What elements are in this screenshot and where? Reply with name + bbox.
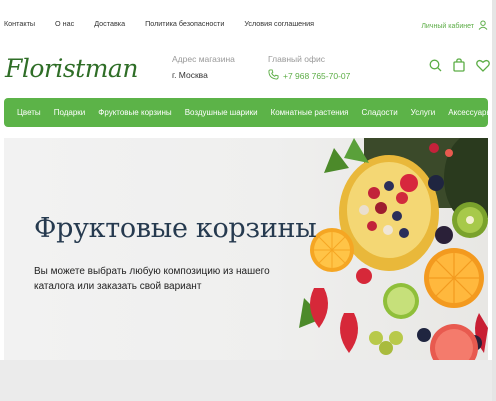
fruit-basket-image	[299, 138, 488, 360]
top-bar: Контакты О нас Доставка Политика безопас…	[0, 0, 492, 46]
scrollbar-edge	[492, 0, 496, 401]
page-footer-area	[0, 360, 492, 401]
store-address-value: г. Москва	[172, 70, 208, 80]
main-office: Главный офис +7 968 765-70-07	[268, 54, 350, 82]
search-icon[interactable]	[429, 59, 442, 77]
menu-item-balloons[interactable]: Воздушные шарики	[185, 108, 258, 117]
hero-subtitle: Вы можете выбрать любую композицию из на…	[34, 266, 270, 292]
menu-item-accessories[interactable]: Аксессуары	[448, 108, 492, 117]
account-label: Личный кабинет	[421, 22, 474, 30]
header-actions	[429, 58, 490, 77]
store-address: Адрес магазина г. Москва	[172, 54, 235, 80]
main-menu: Цветы Подарки Фруктовые корзины Воздушны…	[4, 98, 492, 127]
phone-icon	[268, 69, 279, 82]
topnav-link-about[interactable]: О нас	[55, 19, 74, 28]
menu-item-fruit-baskets[interactable]: Фруктовые корзины	[98, 108, 171, 117]
topnav-link-privacy[interactable]: Политика безопасности	[145, 19, 224, 28]
topnav-link-terms[interactable]: Условия соглашения	[244, 19, 314, 28]
topnav-link-delivery[interactable]: Доставка	[94, 19, 125, 28]
account-link[interactable]: Личный кабинет	[421, 20, 488, 32]
user-icon	[478, 20, 488, 32]
main-office-label: Главный офис	[268, 54, 325, 64]
menu-item-sweets[interactable]: Сладости	[362, 108, 398, 117]
office-phone-number: +7 968 765-70-07	[283, 70, 351, 81]
top-nav: Контакты О нас Доставка Политика безопас…	[4, 19, 314, 28]
bag-icon[interactable]	[453, 58, 465, 77]
menu-item-gifts[interactable]: Подарки	[54, 108, 86, 117]
store-address-label: Адрес магазина	[172, 54, 235, 64]
menu-item-services[interactable]: Услуги	[411, 108, 436, 117]
topnav-link-contacts[interactable]: Контакты	[4, 19, 35, 28]
hero-banner[interactable]: Фруктовые корзины Вы можете выбрать любу…	[4, 138, 488, 360]
office-phone[interactable]: +7 968 765-70-07	[268, 69, 350, 82]
heart-icon[interactable]	[476, 59, 490, 77]
menu-item-flowers[interactable]: Цветы	[17, 108, 41, 117]
site-logo[interactable]: Floristman	[5, 54, 138, 83]
menu-item-house-plants[interactable]: Комнатные растения	[271, 108, 349, 117]
hero-title: Фруктовые корзины	[34, 213, 317, 244]
